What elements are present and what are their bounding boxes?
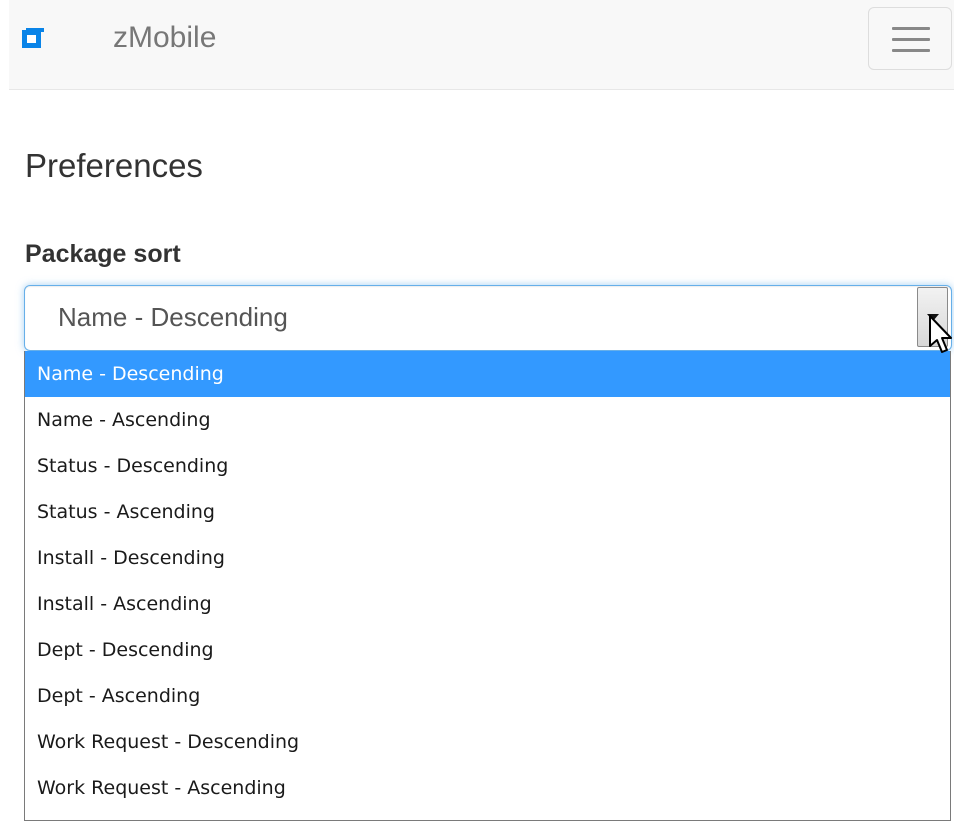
dropdown-option[interactable]: Work Request - Ascending (25, 765, 950, 811)
navbar: zMobile (9, 0, 954, 90)
dropdown-arrow-button[interactable] (917, 287, 948, 347)
select-current-value: Name - Descending (58, 302, 288, 332)
package-sort-label: Package sort (25, 240, 181, 268)
dropdown-option[interactable]: Install - Ascending (25, 581, 950, 627)
menu-toggle-button[interactable] (868, 7, 952, 70)
package-sort-options-list[interactable]: Name - Descending Name - Ascending Statu… (24, 351, 951, 821)
dropdown-option[interactable]: Status - Ascending (25, 489, 950, 535)
dropdown-option[interactable]: Name - Descending (25, 351, 950, 397)
dropdown-option[interactable]: Dept - Ascending (25, 673, 950, 719)
dropdown-option[interactable]: Dept - Descending (25, 627, 950, 673)
square-logo-icon[interactable] (22, 28, 44, 48)
dropdown-option[interactable]: Install - Descending (25, 535, 950, 581)
page-title: Preferences (25, 147, 203, 184)
chevron-down-icon (927, 314, 939, 321)
brand-name[interactable]: zMobile (113, 20, 216, 56)
dropdown-option[interactable]: Name - Ascending (25, 397, 950, 443)
dropdown-option[interactable]: Status - Descending (25, 443, 950, 489)
dropdown-option[interactable]: Work Request - Descending (25, 719, 950, 765)
package-sort-select[interactable]: Name - Descending (24, 285, 952, 351)
